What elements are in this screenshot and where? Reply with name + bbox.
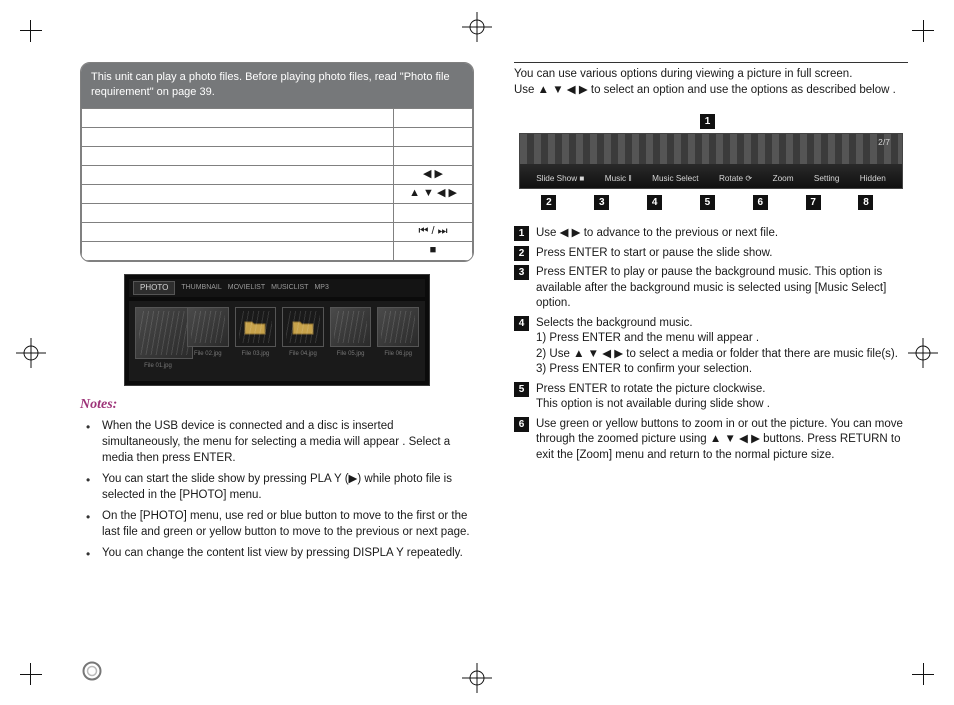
table-cell [82, 127, 394, 146]
table-cell [394, 146, 473, 165]
table-cell [82, 146, 394, 165]
crop-mark [20, 655, 50, 685]
note-item: On the [PHOTO] menu, use red or blue but… [80, 506, 474, 543]
osd-callout-row: 2 3 4 5 6 7 8 [526, 195, 896, 210]
photo-subtab: MP3 [314, 283, 328, 292]
callout-5: 5 [700, 195, 715, 210]
right-column: You can use various options during viewi… [514, 62, 908, 565]
notes-heading: Notes: [80, 396, 474, 415]
callout-8: 8 [858, 195, 873, 210]
osd-bar: 2/7 Slide Show ■ Music ‖ Music Select Ro… [519, 133, 903, 189]
note-item: You can start the slide show by pressing… [80, 469, 474, 506]
list-number: 1 [514, 226, 529, 241]
list-number: 3 [514, 265, 529, 280]
photo-menu-screenshot: PHOTO THUMBNAIL MOVIELIST MUSICLIST MP3 … [124, 274, 430, 386]
list-number: 2 [514, 246, 529, 261]
osd-item-setting: Setting [814, 173, 840, 184]
crop-mark [904, 20, 934, 50]
table-cell: ▲ ▼ ◀ ▶ [394, 184, 473, 203]
photo-tab: PHOTO [133, 281, 175, 296]
registration-mark [908, 338, 938, 368]
osd-item-zoom: Zoom [773, 173, 794, 184]
list-number: 6 [514, 417, 529, 432]
photo-subtab: MUSICLIST [271, 283, 308, 292]
osd-pagecount: 2/7 [878, 137, 890, 148]
manual-page: This unit can play a photo files. Before… [0, 0, 954, 705]
table-cell: ■ [394, 241, 473, 260]
registration-mark [462, 12, 492, 42]
table-cell [394, 203, 473, 222]
callout-1: 1 [700, 114, 715, 129]
file-info-table: ◀ ▶ ▲ ▼ ◀ ▶ ⏮ / ⏭ ■ [81, 108, 473, 261]
thumbnail: File 05.jpg [330, 307, 372, 370]
intro-line: You can use various options during viewi… [514, 67, 908, 83]
left-column: This unit can play a photo files. Before… [80, 62, 474, 565]
list-text: Use ◀ ▶ to advance to the previous or ne… [536, 226, 908, 242]
file-info-box: This unit can play a photo files. Before… [80, 62, 474, 262]
thumbnail: File 02.jpg [187, 307, 229, 370]
list-number: 5 [514, 382, 529, 397]
list-text: Press ENTER to play or pause the backgro… [536, 265, 908, 312]
osd-item-slideshow: Slide Show ■ [536, 173, 584, 184]
osd-item-hidden: Hidden [860, 173, 886, 184]
photo-menu-tabbar: PHOTO THUMBNAIL MOVIELIST MUSICLIST MP3 [129, 279, 425, 298]
callout-4: 4 [647, 195, 662, 210]
callout-6: 6 [753, 195, 768, 210]
table-cell [82, 222, 394, 241]
list-text: Press ENTER to rotate the picture clockw… [536, 382, 908, 413]
callout-2: 2 [541, 195, 556, 210]
intro-text: You can use various options during viewi… [514, 67, 908, 98]
thumbnail-folder: File 04.jpg [282, 307, 324, 370]
table-cell [82, 241, 394, 260]
osd-diagram: 1 2/7 Slide Show ■ Music ‖ Music Select … [514, 114, 908, 210]
osd-item-music: Music ‖ [605, 173, 632, 184]
note-item: You can change the content list view by … [80, 543, 474, 565]
crop-mark [20, 20, 50, 50]
intro-line: Use ▲ ▼ ◀ ▶ to select an option and use … [514, 83, 908, 99]
page-number-circle [82, 661, 102, 681]
list-number: 4 [514, 316, 529, 331]
thumbnail: File 06.jpg [377, 307, 419, 370]
list-text: Selects the background music. 1) Press E… [536, 316, 908, 378]
table-cell [82, 108, 394, 127]
callout-3: 3 [594, 195, 609, 210]
table-cell [394, 127, 473, 146]
table-cell [82, 184, 394, 203]
numbered-list: 1 Use ◀ ▶ to advance to the previous or n… [514, 226, 908, 463]
thumbnail: File 01.jpg [135, 307, 181, 370]
table-cell: ◀ ▶ [394, 165, 473, 184]
notes-list: When the USB device is connected and a d… [80, 416, 474, 564]
crop-mark [904, 655, 934, 685]
content-area: This unit can play a photo files. Before… [80, 62, 908, 675]
table-cell [82, 165, 394, 184]
table-cell [394, 108, 473, 127]
callout-7: 7 [806, 195, 821, 210]
file-info-head: This unit can play a photo files. Before… [81, 63, 473, 108]
photo-subtab: THUMBNAIL [181, 283, 221, 292]
list-text: Use green or yellow buttons to zoom in o… [536, 417, 908, 464]
osd-item-rotate: Rotate ⟳ [719, 173, 752, 184]
section-rule [514, 62, 908, 63]
photo-subtab: MOVIELIST [228, 283, 265, 292]
osd-item-musicselect: Music Select [652, 173, 698, 184]
note-item: When the USB device is connected and a d… [80, 416, 474, 469]
table-cell [82, 203, 394, 222]
table-cell: ⏮ / ⏭ [394, 222, 473, 241]
thumbnail-folder: File 03.jpg [235, 307, 277, 370]
registration-mark [16, 338, 46, 368]
list-text: Press ENTER to start or pause the slide … [536, 246, 908, 262]
thumbnail-strip: File 01.jpg File 02.jpg File 03.jpg File… [129, 301, 425, 380]
